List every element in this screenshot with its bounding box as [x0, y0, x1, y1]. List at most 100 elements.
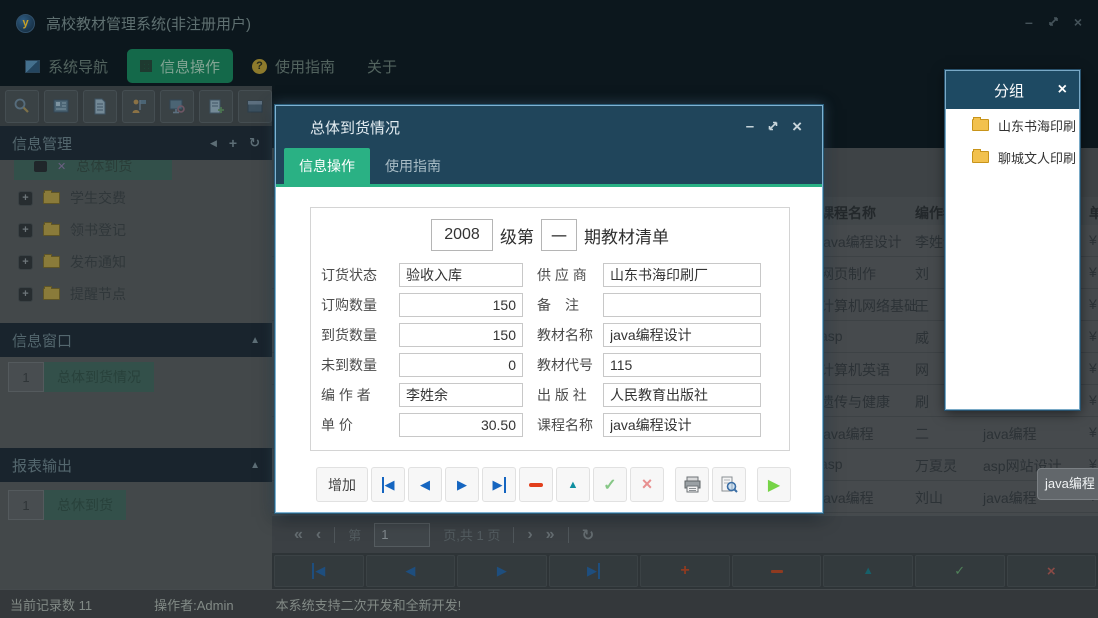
cancel-record-button[interactable]: ×	[630, 467, 664, 502]
menu-item-system-nav[interactable]: 系统导航	[12, 49, 121, 83]
last-record-button[interactable]: ▶	[482, 467, 516, 502]
expand-plus-icon[interactable]: +	[18, 255, 33, 270]
next-page-icon[interactable]: ›	[527, 526, 532, 544]
order-status-input[interactable]	[399, 263, 523, 287]
arrived-qty-input[interactable]	[399, 323, 523, 347]
book-name-input[interactable]	[603, 323, 761, 347]
record-delete-button[interactable]	[732, 555, 822, 587]
record-edit-button[interactable]: ▲	[823, 555, 913, 587]
window-button[interactable]	[238, 90, 272, 123]
first-page-icon[interactable]: «	[294, 526, 303, 544]
column-header[interactable]: 单价	[1089, 203, 1098, 223]
record-add-button[interactable]: +	[640, 555, 730, 587]
tree-item-reminder-node[interactable]: + 提醒节点	[0, 278, 272, 310]
dialog-minimize-icon[interactable]: –	[746, 120, 754, 134]
group-close-icon[interactable]: ×	[1058, 81, 1067, 99]
tree-item-student-payment[interactable]: + 学生交费	[0, 182, 272, 214]
preview-button[interactable]	[712, 467, 746, 502]
monitor-search-button[interactable]	[160, 90, 194, 123]
tree-label: 领书登记	[70, 220, 126, 240]
tree-item-book-register[interactable]: + 领书登记	[0, 214, 272, 246]
editor-input[interactable]	[399, 383, 523, 407]
tab-info-operation[interactable]: 信息操作	[284, 148, 370, 184]
expand-plus-icon[interactable]: +	[18, 191, 33, 206]
record-first-button[interactable]: ◀	[274, 555, 364, 587]
record-save-button[interactable]: ✓	[915, 555, 1005, 587]
last-page-icon[interactable]: »	[546, 526, 555, 544]
unit-price-input[interactable]	[399, 413, 523, 437]
column-header[interactable]: 课程名称	[820, 203, 876, 223]
document-add-button[interactable]	[199, 90, 233, 123]
info-window-row[interactable]: 1 总体到货情况	[8, 362, 154, 392]
divider	[334, 527, 335, 543]
dialog-maximize-icon[interactable]	[767, 120, 779, 135]
menu-item-about[interactable]: 关于	[354, 49, 410, 83]
edit-record-button[interactable]: ▲	[556, 467, 590, 502]
collapse-left-icon[interactable]: ◀	[210, 138, 217, 149]
collapse-up-icon[interactable]: ▲	[250, 335, 260, 346]
group-panel-header[interactable]: 分组 ×	[946, 71, 1079, 109]
record-prev-button[interactable]: ◀	[366, 555, 456, 587]
cell-editor: 王	[915, 296, 929, 316]
page-number-input[interactable]	[374, 523, 430, 547]
save-record-icon: ✓	[603, 475, 616, 495]
row-label[interactable]: 总休到货	[44, 490, 126, 520]
expand-plus-icon[interactable]: +	[18, 223, 33, 238]
first-record-button[interactable]: ◀	[371, 467, 405, 502]
play-icon: ▶	[768, 475, 780, 495]
restore-icon[interactable]	[1048, 15, 1059, 29]
cell-editor: 二	[915, 424, 929, 444]
collapse-up-icon[interactable]: ▲	[250, 460, 260, 471]
supplier-input[interactable]	[603, 263, 761, 287]
user-flag-button[interactable]	[122, 90, 156, 123]
refresh-icon[interactable]: ↻	[249, 135, 260, 151]
expand-plus-icon[interactable]: +	[18, 287, 33, 302]
close-icon[interactable]: ×	[1074, 15, 1082, 29]
menu-item-user-guide[interactable]: ? 使用指南	[239, 49, 348, 83]
tree-item-overall-arrival[interactable]: ✕ 总体到货	[14, 160, 172, 180]
record-next-button[interactable]: ▶	[457, 555, 547, 587]
next-record-icon: ▶	[497, 563, 507, 579]
prev-page-icon[interactable]: ‹	[316, 526, 321, 544]
remark-input[interactable]	[603, 293, 761, 317]
cell-editor: 刘	[915, 264, 929, 284]
row-label[interactable]: 总体到货情况	[44, 362, 154, 392]
refresh-icon[interactable]: ↻	[582, 526, 595, 544]
add-icon[interactable]: +	[229, 135, 237, 151]
next-record-button[interactable]: ▶	[445, 467, 479, 502]
publisher-input[interactable]	[603, 383, 761, 407]
dialog-close-icon[interactable]: ×	[792, 120, 802, 134]
run-button[interactable]: ▶	[757, 467, 791, 502]
record-last-button[interactable]: ▶	[549, 555, 639, 587]
info-mgmt-tree: ✕ 总体到货 + 学生交费 + 领书登记 + 发布通知 + 提醒节点	[0, 160, 272, 312]
save-record-button[interactable]: ✓	[593, 467, 627, 502]
prev-record-button[interactable]: ◀	[408, 467, 442, 502]
add-button[interactable]: 增加	[316, 467, 368, 502]
collapse-box-icon[interactable]	[34, 161, 47, 172]
contact-list-button[interactable]	[44, 90, 78, 123]
document-button[interactable]	[83, 90, 117, 123]
menu-item-info-operation[interactable]: 信息操作	[127, 49, 233, 83]
order-qty-input[interactable]	[399, 293, 523, 317]
book-code-input[interactable]	[603, 353, 761, 377]
group-item-shandong[interactable]: 山东书海印刷	[946, 109, 1079, 141]
print-button[interactable]	[675, 467, 709, 502]
grade-year-input[interactable]	[431, 219, 493, 251]
delete-record-button[interactable]	[519, 467, 553, 502]
menubar: 系统导航 信息操作 ? 使用指南 关于	[0, 46, 1098, 86]
report-row[interactable]: 1 总休到货	[8, 490, 126, 520]
last-record-icon: ▶	[493, 477, 506, 493]
dialog-header[interactable]: 总体到货情况 – ×	[276, 106, 822, 148]
record-cancel-button[interactable]: ×	[1007, 555, 1097, 587]
group-item-liaocheng[interactable]: 聊城文人印刷	[946, 141, 1079, 173]
tree-item-publish-notice[interactable]: + 发布通知	[0, 246, 272, 278]
last-record-icon: ▶	[587, 563, 600, 579]
pending-qty-input[interactable]	[399, 353, 523, 377]
course-name-input[interactable]	[603, 413, 761, 437]
search-button[interactable]	[5, 90, 39, 123]
tab-user-guide[interactable]: 使用指南	[370, 148, 456, 184]
cell-course: asp	[820, 456, 843, 472]
status-bar: 当前记录数 11 操作者:Admin 本系统支持二次开发和全新开发!	[0, 589, 1098, 618]
term-input[interactable]	[541, 219, 577, 251]
minimize-icon[interactable]: –	[1025, 15, 1033, 29]
